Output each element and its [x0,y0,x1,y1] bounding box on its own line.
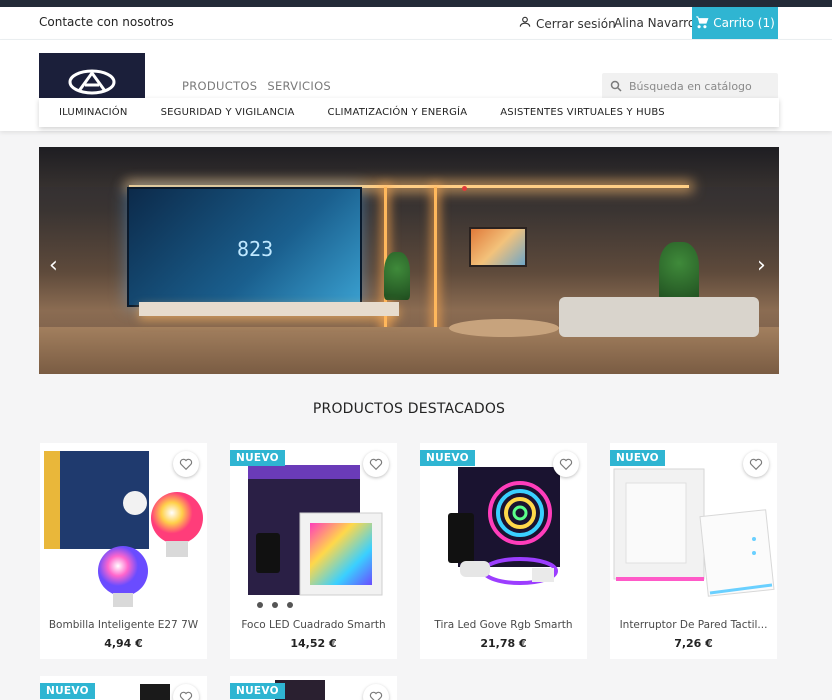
product-price: 21,78 € [480,637,527,650]
category-asistentes[interactable]: ASISTENTES VIRTUALES Y HUBS [480,107,678,118]
new-badge: NUEVO [40,683,95,699]
menu-item-servicios[interactable]: SERVICIOS [267,79,331,93]
slide-painting [469,227,527,267]
section-title: PRODUCTOS DESTACADOS [312,401,506,417]
product-price: 7,26 € [674,637,713,650]
slide-smart-screen: 823 [127,187,362,307]
new-badge: NUEVO [420,450,475,466]
product-card[interactable]: NUEVO [40,676,207,700]
slide-wall-light [434,187,437,337]
new-badge: NUEVO [230,683,285,699]
search-box [602,73,778,99]
product-name[interactable]: Tira Led Gove Rgb Smarth [420,619,587,631]
contact-link[interactable]: Contacte con nosotros [39,15,174,29]
product-card[interactable]: NUEVO Interruptor De Pared Tactil... 7,2… [610,443,777,659]
cart-button[interactable]: Carrito (1) [692,7,778,39]
wishlist-heart-icon[interactable] [173,451,199,477]
slide-table [449,319,559,337]
top-menu: PRODUCTOS SERVICIOS [182,79,331,93]
slide-screen-text: 823 [237,237,274,261]
slide-plant [659,242,699,302]
new-badge: NUEVO [230,450,285,466]
wishlist-heart-icon[interactable] [173,684,199,700]
user-icon [518,15,532,32]
slide-ceiling [39,147,779,187]
category-seguridad[interactable]: SEGURIDAD Y VIGILANCIA [141,107,308,118]
carousel-next-icon[interactable]: › [757,255,766,277]
main-header: PRODUCTOS SERVICIOS ILUMINACIÓN SEGURIDA… [0,40,832,131]
slide-sofa [559,297,759,337]
product-price: 4,94 € [104,637,143,650]
carousel-prev-icon[interactable]: ‹ [49,255,58,277]
logout-label: Cerrar sesión [536,16,616,31]
product-card[interactable]: NUEVO [230,676,397,700]
search-input[interactable] [629,79,769,93]
new-badge: NUEVO [610,450,665,466]
cart-label: Carrito (1) [713,16,775,30]
product-image[interactable] [140,684,170,700]
top-strip [0,0,832,7]
product-card[interactable]: NUEVO Tira Led Gove Rgb Smarth 21,78 € [420,443,587,659]
carousel-indicator[interactable] [462,186,467,191]
product-name[interactable]: Interruptor De Pared Tactil... [610,619,777,631]
menu-item-productos[interactable]: PRODUCTOS [182,79,257,93]
slide-plant [384,252,410,300]
user-nav-bar: Contacte con nosotros Cerrar sesión Alin… [0,7,832,40]
hero-carousel: 823 ‹ › [39,147,779,374]
account-link[interactable]: Alina Navarro [614,16,695,30]
wishlist-heart-icon[interactable] [363,451,389,477]
product-card[interactable]: NUEVO Foco LED Cuadrado Smarth 14,52 € [230,443,397,659]
category-iluminacion[interactable]: ILUMINACIÓN [39,107,141,118]
product-name[interactable]: Bombilla Inteligente E27 7W [40,619,207,631]
product-name[interactable]: Foco LED Cuadrado Smarth [230,619,397,631]
search-icon[interactable] [610,77,622,96]
wishlist-heart-icon[interactable] [363,684,389,700]
product-card[interactable]: Bombilla Inteligente E27 7W 4,94 € [40,443,207,659]
wishlist-heart-icon[interactable] [553,451,579,477]
wishlist-heart-icon[interactable] [743,451,769,477]
logout-link[interactable]: Cerrar sesión [518,15,616,32]
product-price: 14,52 € [290,637,337,650]
cart-icon [695,15,709,32]
slide-counter [139,302,399,316]
category-climatizacion[interactable]: CLIMATIZACIÓN Y ENERGÍA [308,107,481,118]
category-dropdown: ILUMINACIÓN SEGURIDAD Y VIGILANCIA CLIMA… [39,98,779,127]
